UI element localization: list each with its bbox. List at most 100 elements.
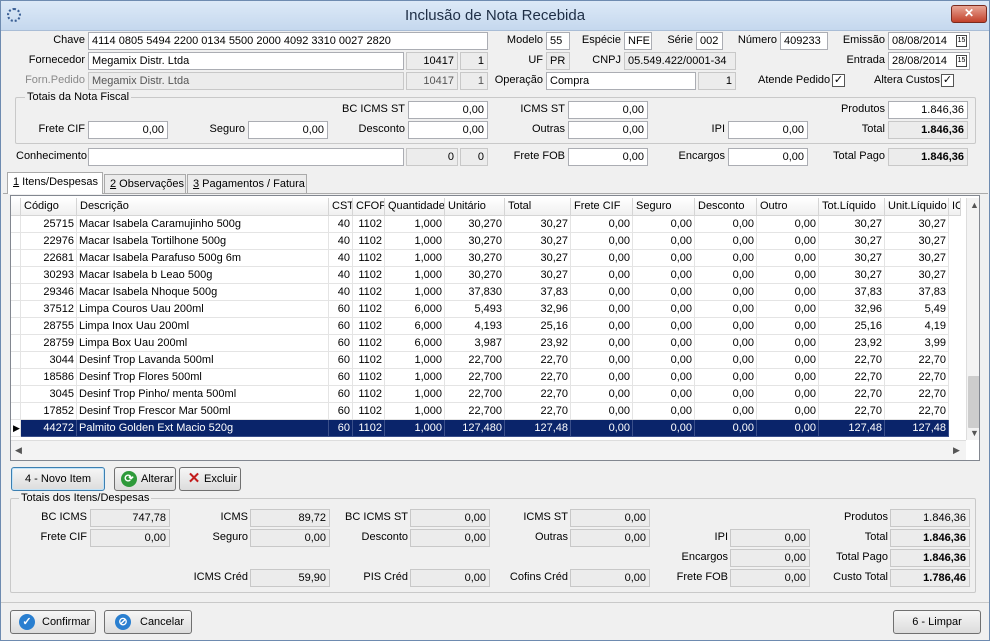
grid-column-header[interactable]: Tot.Líquido [819,198,885,216]
table-row[interactable]: 3044 Desinf Trop Lavanda 500ml 60 1102 1,000… [11,352,969,369]
table-row[interactable]: 28755 Limpa Inox Uau 200ml 60 1102 6,000 4,19… [11,318,969,335]
table-cell: 22,700 [445,352,505,369]
table-cell: Desinf Trop Lavanda 500ml [77,352,329,369]
serie-input[interactable]: 002 [696,32,723,50]
table-row[interactable]: 37512 Limpa Couros Uau 200ml 60 1102 6,000 5,… [11,301,969,318]
table-row[interactable]: 28759 Limpa Box Uau 200ml 60 1102 6,000 3,987… [11,335,969,352]
excluir-button[interactable]: ✕ Excluir [179,467,241,491]
grid-column-header[interactable]: Descrição [77,198,329,216]
table-cell: 1102 [353,301,385,318]
frete-cif-input[interactable]: 0,00 [88,121,168,139]
table-cell: 30,27 [819,250,885,267]
table-cell: 60 [329,301,353,318]
table-cell: 5,493 [445,301,505,318]
altera-custos-checkbox[interactable]: ✓ [941,74,954,87]
totais-nota-label: Totais da Nota Fiscal [25,91,132,103]
scroll-right-icon[interactable]: ▶ [953,445,960,456]
modelo-label: Modelo [506,34,543,46]
table-cell: 30,27 [505,233,571,250]
emissao-input[interactable]: 08/08/2014 15 [888,32,970,50]
scroll-thumb[interactable] [968,376,979,428]
bc-icms-st-input[interactable]: 0,00 [408,101,488,119]
ti-icms-cred-label: ICMS Créd [193,571,248,583]
table-cell: 0,00 [633,335,695,352]
entrada-input[interactable]: 28/08/2014 15 [888,52,970,70]
chave-input[interactable]: 4114 0805 5494 2200 0134 5500 2000 4092 … [88,32,488,50]
scroll-down-icon[interactable]: ▼ [970,428,979,438]
desconto-label: Desconto [358,123,405,135]
grid-column-header[interactable]: Total [505,198,571,216]
grid-column-header[interactable]: Unit.Líquido [885,198,949,216]
grid-column-header[interactable]: Unitário [445,198,505,216]
tab-observacoes[interactable]: 2 Observações [104,174,186,193]
operacao-input[interactable]: Compra [546,72,696,90]
close-button[interactable]: ✕ [951,5,987,23]
grid-column-header[interactable]: Código [21,198,77,216]
numero-input[interactable]: 409233 [780,32,828,50]
scroll-up-icon[interactable]: ▲ [970,200,979,210]
row-indicator [11,352,21,369]
seguro-input[interactable]: 0,00 [248,121,328,139]
table-row[interactable]: 29346 Macar Isabela Nhoque 500g 40 1102 1,00… [11,284,969,301]
fornecedor-label: Fornecedor [28,54,85,66]
grid-column-header[interactable]: CFOP [353,198,385,216]
cancelar-button[interactable]: ⊘ Cancelar [104,610,192,634]
table-row[interactable]: 22976 Macar Isabela Tortilhone 500g 40 1102… [11,233,969,250]
horizontal-scrollbar[interactable]: ◀ ▶ [11,440,966,460]
icms-st-input[interactable]: 0,00 [568,101,648,119]
table-row[interactable]: 3045 Desinf Trop Pinho/ menta 500ml 60 1102… [11,386,969,403]
calendar-icon[interactable]: 15 [956,35,967,47]
table-row[interactable]: 17852 Desinf Trop Frescor Mar 500ml 60 1102… [11,403,969,420]
grid-column-header[interactable]: Outro [757,198,819,216]
novo-item-button[interactable]: 4 - Novo Item [11,467,105,491]
table-row[interactable]: ▶ 44272 Palmito Golden Ext Macio 520g 60 110… [11,420,969,437]
produtos-input[interactable]: 1.846,36 [888,101,968,119]
desconto-input[interactable]: 0,00 [408,121,488,139]
grid-column-header[interactable]: Seguro [633,198,695,216]
table-cell: 22,70 [819,352,885,369]
encargos-label: Encargos [678,150,725,162]
frete-fob-input[interactable]: 0,00 [568,148,648,166]
grid-column-header[interactable]: Quantidade [385,198,445,216]
encargos-input[interactable]: 0,00 [728,148,808,166]
ti-icms-label: ICMS [220,511,249,523]
ipi-input[interactable]: 0,00 [728,121,808,139]
table-row[interactable]: 30293 Macar Isabela b Leao 500g 40 1102 1,00… [11,267,969,284]
table-cell: 30,270 [445,250,505,267]
grid-column-header[interactable]: CST [329,198,353,216]
vertical-scrollbar[interactable]: ▲ ▼ [966,198,979,440]
grid-column-header[interactable]: IC [949,198,961,216]
table-cell: 0,00 [633,352,695,369]
modelo-input[interactable]: 55 [546,32,570,50]
conhecimento-input[interactable] [88,148,404,166]
table-cell: 32,96 [819,301,885,318]
table-cell: 40 [329,216,353,233]
atende-pedido-checkbox[interactable]: ✓ [832,74,845,87]
outras-input[interactable]: 0,00 [568,121,648,139]
table-cell: 30,27 [885,267,949,284]
calendar-icon[interactable]: 15 [956,55,967,67]
especie-input[interactable]: NFE [624,32,652,50]
ti-desconto-label: Desconto [361,531,408,543]
forn-pedido-label: Forn.Pedido [25,74,85,86]
alterar-button[interactable]: ⟳ Alterar [114,467,176,491]
fornecedor-input[interactable]: Megamix Distr. Ltda [88,52,404,70]
table-row[interactable]: 25715 Macar Isabela Caramujinho 500g 40 110… [11,216,969,233]
grid-column-header[interactable]: Desconto [695,198,757,216]
table-cell: 0,00 [571,386,633,403]
limpar-button[interactable]: 6 - Limpar [893,610,981,634]
total-pago-value: 1.846,36 [888,148,968,166]
confirmar-button[interactable]: ✓ Confirmar [10,610,96,634]
tab-pagamentos-fatura[interactable]: 3 Pagamentos / Fatura [187,174,307,193]
table-cell: 30,27 [885,233,949,250]
table-cell: 1102 [353,369,385,386]
grid-column-header[interactable]: Frete CIF [571,198,633,216]
table-cell: 17852 [21,403,77,420]
tab-itens-despesas[interactable]: 1 Itens/Despesas [7,172,103,194]
items-grid[interactable]: Código Descrição CST CFOP Quantidade Unitário… [10,195,980,461]
table-cell: 0,00 [757,420,819,437]
ti-icms-st-label: ICMS ST [523,511,568,523]
scroll-left-icon[interactable]: ◀ [15,445,22,456]
table-row[interactable]: 18586 Desinf Trop Flores 500ml 60 1102 1,000… [11,369,969,386]
table-row[interactable]: 22681 Macar Isabela Parafuso 500g 6m 40 110… [11,250,969,267]
